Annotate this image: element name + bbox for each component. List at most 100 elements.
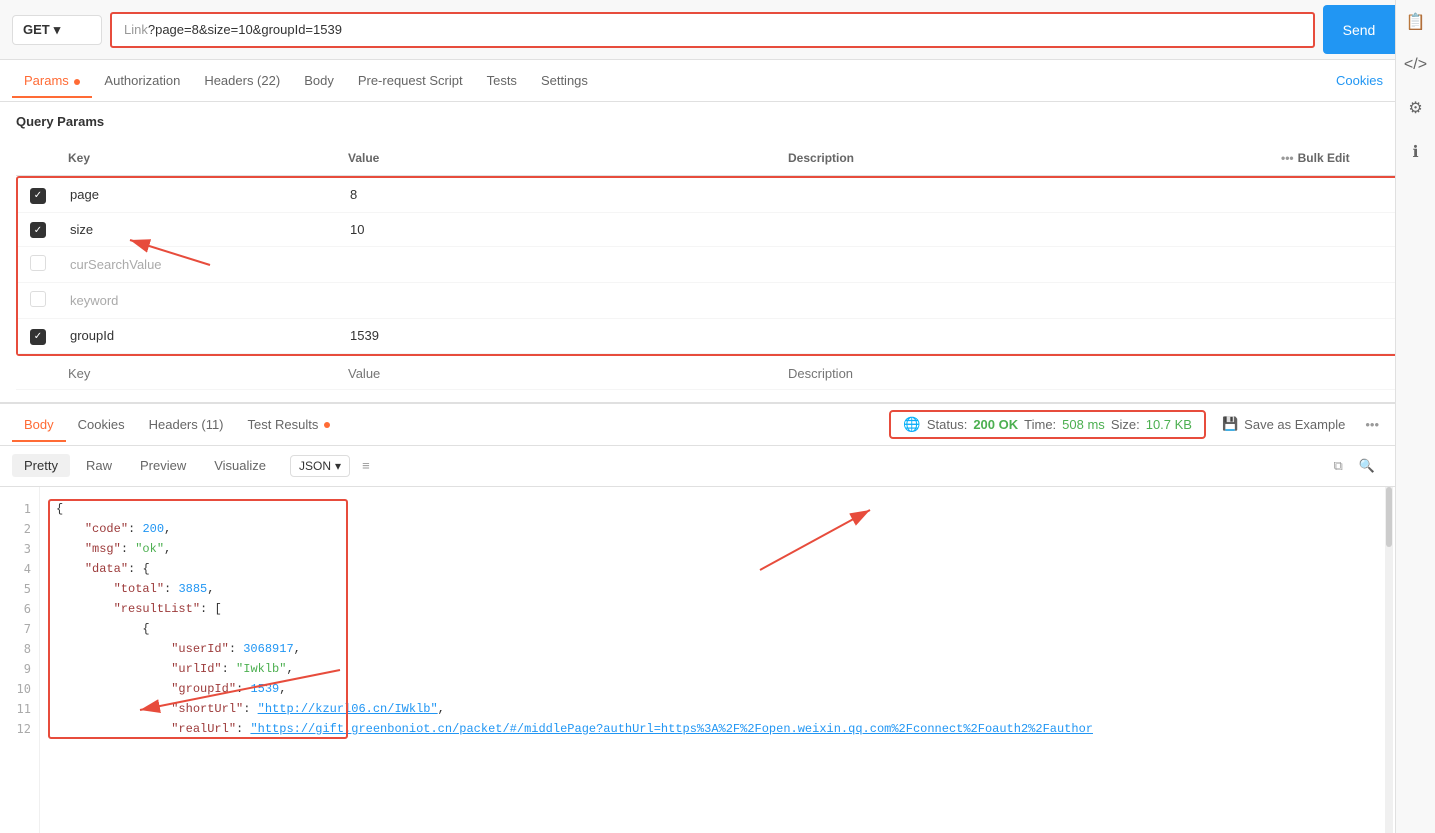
code-view: 12345 678910 1112 { "code": 200, "msg": … (0, 487, 1435, 833)
url-input-wrapper: Link ?page=8&size=10&groupId=1539 (110, 12, 1315, 48)
add-value-cell[interactable] (336, 360, 776, 387)
line-numbers: 12345 678910 1112 (0, 487, 40, 833)
param-row-size: size 10 (18, 213, 1417, 248)
request-tabs: Params Authorization Headers (22) Body P… (0, 60, 1435, 102)
query-params-title: Query Params (16, 114, 1419, 129)
method-value: GET (23, 22, 50, 37)
tab-pre-request-script[interactable]: Pre-request Script (346, 63, 475, 98)
param-desc-keyword[interactable] (778, 295, 1267, 307)
bulk-edit-btn[interactable]: Bulk Edit (1298, 151, 1350, 165)
add-checkbox (16, 367, 56, 379)
code-content: { "code": 200, "msg": "ok", "data": { "t… (40, 487, 1435, 833)
format-tab-visualize[interactable]: Visualize (202, 454, 278, 477)
tab-headers[interactable]: Headers (22) (192, 63, 292, 98)
time-value: 508 ms (1062, 417, 1105, 432)
param-checkbox-cursearchvalue[interactable] (18, 249, 58, 280)
param-value-cursearchvalue[interactable] (338, 259, 778, 271)
globe-icon: 🌐 (903, 416, 920, 433)
scrollbar-thumb[interactable] (1386, 487, 1392, 547)
json-format-select[interactable]: JSON ▾ (290, 455, 350, 477)
param-value-groupid[interactable]: 1539 (338, 322, 778, 349)
param-desc-page[interactable] (778, 189, 1267, 201)
checkbox-page[interactable] (30, 188, 46, 204)
format-tab-raw[interactable]: Raw (74, 454, 124, 477)
param-checkbox-size[interactable] (18, 215, 58, 245)
tab-authorization[interactable]: Authorization (92, 63, 192, 98)
param-value-page[interactable]: 8 (338, 181, 778, 208)
param-row-page: page 8 (18, 178, 1417, 213)
sidebar-icon-info[interactable]: ℹ (1408, 138, 1422, 166)
param-key-groupid[interactable]: groupId (58, 322, 338, 349)
params-dot (74, 79, 80, 85)
param-key-page[interactable]: page (58, 181, 338, 208)
response-status-area: 🌐 Status: 200 OK Time: 508 ms Size: 10.7… (889, 410, 1383, 439)
param-desc-size[interactable] (778, 223, 1267, 235)
params-grid: Key Value Description ••• Bulk Edit page (16, 141, 1419, 390)
param-checkbox-groupid[interactable] (18, 321, 58, 351)
json-label: JSON (299, 459, 331, 473)
params-header: Key Value Description ••• Bulk Edit (16, 141, 1419, 176)
filter-button[interactable]: ≡ (358, 454, 374, 477)
param-checkbox-keyword[interactable] (18, 285, 58, 316)
test-results-dot (324, 422, 330, 428)
add-key-input[interactable] (68, 366, 324, 381)
status-label: Status: (927, 417, 967, 432)
tab-tests[interactable]: Tests (475, 63, 529, 98)
size-label: Size: (1111, 417, 1140, 432)
code-red-box (48, 499, 348, 739)
save-example-button[interactable]: 💾 Save as Example (1214, 412, 1353, 436)
checkbox-size[interactable] (30, 222, 46, 238)
param-checkbox-page[interactable] (18, 180, 58, 210)
param-key-size[interactable]: size (58, 216, 338, 243)
save-icon: 💾 (1222, 416, 1238, 432)
param-row-groupid: groupId 1539 (18, 319, 1417, 354)
add-key-cell[interactable] (56, 360, 336, 387)
param-value-size[interactable]: 10 (338, 216, 778, 243)
more-options-button[interactable]: ••• (1361, 413, 1383, 436)
response-tab-headers[interactable]: Headers (11) (137, 407, 236, 442)
query-params-section: Query Params Key Value Description ••• B… (0, 102, 1435, 402)
size-value: 10.7 KB (1146, 417, 1192, 432)
more-icon[interactable]: ••• (1281, 151, 1294, 165)
param-key-keyword[interactable]: keyword (58, 287, 338, 314)
param-add-row (16, 358, 1419, 390)
header-key-col: Key (56, 147, 336, 169)
param-key-cursearchvalue[interactable]: curSearchValue (58, 251, 338, 278)
checkbox-keyword[interactable] (30, 291, 46, 307)
add-value-input[interactable] (348, 366, 764, 381)
add-desc-input[interactable] (788, 366, 1257, 381)
param-desc-groupid[interactable] (778, 330, 1267, 342)
sidebar-icon-gear[interactable]: ⚙ (1404, 94, 1426, 122)
url-params: ?page=8&size=10&groupId=1539 (148, 23, 342, 36)
tab-params[interactable]: Params (12, 63, 92, 98)
param-row-keyword: keyword (18, 283, 1417, 319)
body-format-bar: Pretty Raw Preview Visualize JSON ▾ ≡ ⧉ … (0, 446, 1435, 487)
param-value-keyword[interactable] (338, 295, 778, 307)
add-desc-cell[interactable] (776, 360, 1269, 387)
method-chevron: ▾ (54, 22, 61, 38)
params-red-box: page 8 size 10 (16, 176, 1419, 356)
url-base: Link (124, 23, 148, 36)
time-label: Time: (1024, 417, 1056, 432)
tab-settings[interactable]: Settings (529, 63, 600, 98)
send-button-label: Send (1323, 14, 1395, 46)
sidebar-icon-code[interactable]: </> (1400, 52, 1431, 78)
right-sidebar: 📋 </> ⚙ ℹ (1395, 0, 1435, 833)
status-box: 🌐 Status: 200 OK Time: 508 ms Size: 10.7… (889, 410, 1206, 439)
format-tab-preview[interactable]: Preview (128, 454, 198, 477)
checkbox-cursearchvalue[interactable] (30, 255, 46, 271)
search-button[interactable]: 🔍 (1355, 454, 1379, 478)
copy-button[interactable]: ⧉ (1330, 454, 1347, 478)
format-tab-pretty[interactable]: Pretty (12, 454, 70, 477)
response-tab-test-results[interactable]: Test Results (236, 407, 342, 442)
response-tab-cookies[interactable]: Cookies (66, 407, 137, 442)
param-desc-cursearchvalue[interactable] (778, 259, 1267, 271)
tab-body[interactable]: Body (292, 63, 346, 98)
header-description-col: Description (776, 147, 1269, 169)
sidebar-icon-clipboard[interactable]: 📋 (1402, 8, 1430, 36)
tab-cookies[interactable]: Cookies (1336, 73, 1383, 88)
checkbox-groupid[interactable] (30, 329, 46, 345)
method-select[interactable]: GET ▾ (12, 15, 102, 45)
response-tab-body[interactable]: Body (12, 407, 66, 442)
response-tabs: Body Cookies Headers (11) Test Results 🌐… (0, 404, 1435, 446)
